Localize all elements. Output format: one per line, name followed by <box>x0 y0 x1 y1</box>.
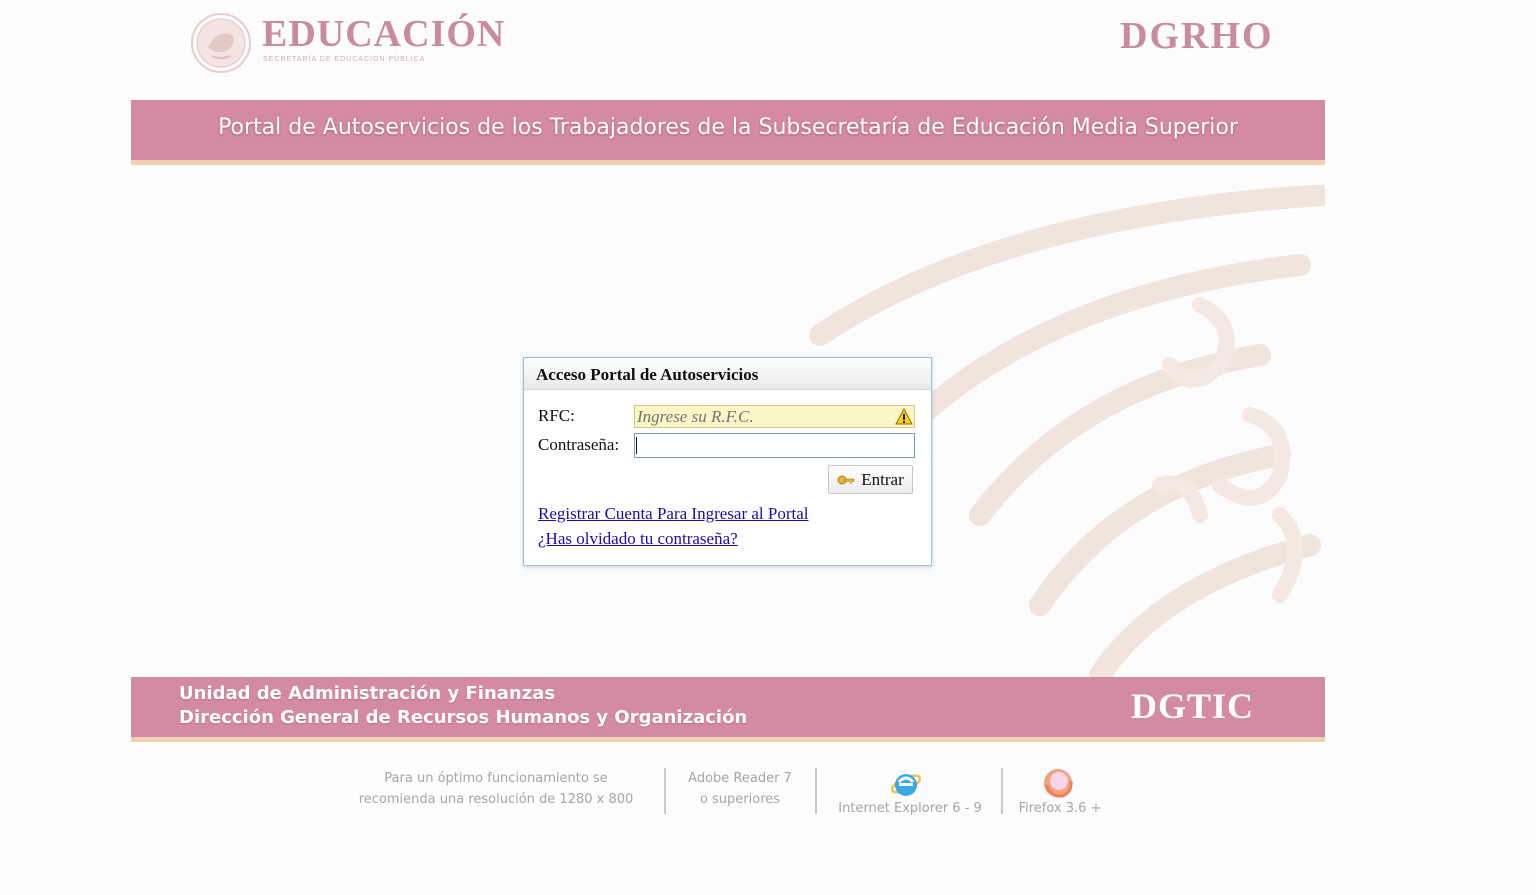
page-header: EDUCACIÓN SECRETARÍA DE EDUCACIÓN PÚBLIC… <box>0 0 1536 100</box>
resolution-line-2: recomienda una resolución de 1280 x 800 <box>358 792 634 807</box>
login-panel: Acceso Portal de Autoservicios RFC: Cont… <box>523 357 932 566</box>
footer-banner: Unidad de Administración y Finanzas Dire… <box>131 677 1325 742</box>
resolution-line-1: Para un óptimo funcionamiento se <box>384 771 608 786</box>
portal-title-banner: Portal de Autoservicios de los Trabajado… <box>131 100 1325 165</box>
resolution-note: Para un óptimo funcionamiento se recomie… <box>346 768 646 810</box>
ie-label: Internet Explorer 6 - 9 <box>838 801 982 816</box>
footer-line-uaf: Unidad de Administración y Finanzas <box>179 683 556 704</box>
internet-explorer-icon <box>890 774 922 796</box>
password-field[interactable] <box>634 433 915 458</box>
entrar-button[interactable]: Entrar <box>828 465 913 494</box>
rfc-input[interactable] <box>634 405 915 428</box>
adobe-line-2: o superiores <box>699 792 781 807</box>
password-label: Contraseña: <box>538 435 620 454</box>
dgtic-logo: DGTIC <box>1131 686 1255 726</box>
login-heading: Acceso Portal de Autoservicios <box>524 358 931 390</box>
dgrho-logo: DGRHO <box>1120 15 1274 57</box>
adobe-line-1: Adobe Reader 7 <box>688 771 792 786</box>
footer-line-dgrho: Dirección General de Recursos Humanos y … <box>179 707 748 728</box>
firefox-label: Firefox 3.6 + <box>1018 801 1102 816</box>
divider <box>664 768 666 814</box>
divider <box>1001 768 1003 814</box>
divider <box>815 768 817 814</box>
portal-title: Portal de Autoservicios de los Trabajado… <box>218 115 1238 140</box>
adobe-note: Adobe Reader 7 o superiores <box>676 768 804 810</box>
key-icon <box>837 475 855 484</box>
brand-title: EDUCACIÓN <box>262 13 506 55</box>
register-account-link[interactable]: Registrar Cuenta Para Ingresar al Portal <box>538 504 809 524</box>
entrar-button-label: Entrar <box>861 469 904 489</box>
rfc-label: RFC: <box>538 406 575 425</box>
mexico-seal-icon <box>191 13 251 73</box>
text-caret <box>636 437 637 454</box>
brand-subtitle: SECRETARÍA DE EDUCACIÓN PÚBLICA <box>263 56 426 63</box>
firefox-icon <box>1044 769 1073 798</box>
forgot-password-link[interactable]: ¿Has olvidado tu contraseña? <box>538 529 738 549</box>
warning-icon <box>895 408 913 425</box>
